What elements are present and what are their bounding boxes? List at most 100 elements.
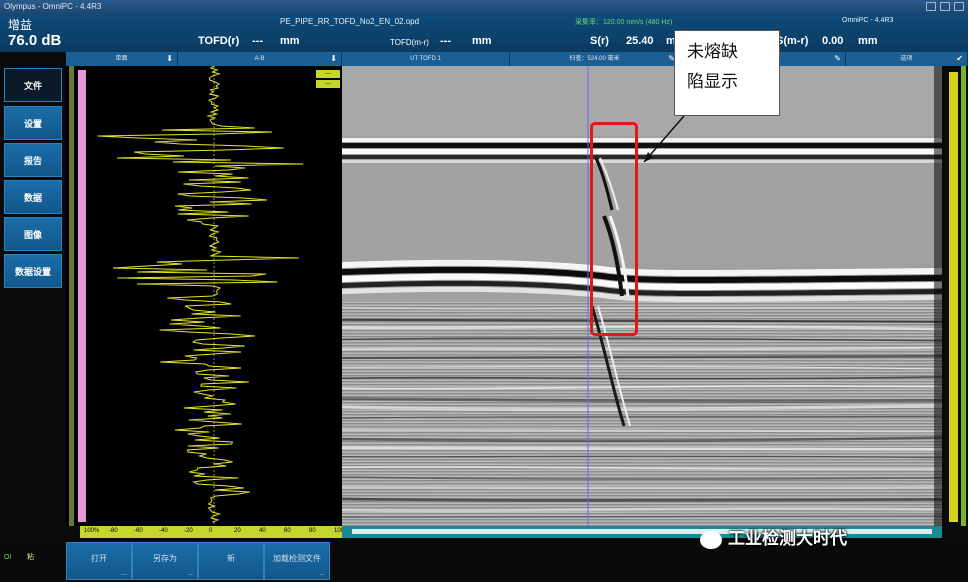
tofd-mr-unit: mm: [472, 35, 492, 47]
amplitude-tick-label: -60: [134, 528, 143, 534]
tofd-b-scan-view[interactable]: [342, 66, 942, 526]
view-tab-bar: 单面 ⬇ A-B ⬇ UT TOFD 1 扫查：524.00 毫米 ✎ ✎ 选项…: [66, 52, 968, 66]
tab-layout-label: 单面: [115, 56, 128, 62]
tofd-mr-value: ---: [440, 35, 451, 47]
readout-header: 增益 76.0 dB PE_PIPE_RR_TOFD_No2_EN_02.opd…: [0, 14, 968, 52]
amplitude-tick-label: -40: [159, 528, 168, 534]
tab-scan-label: 扫查：524.00 毫米: [569, 56, 620, 62]
s-mr-unit: mm: [858, 35, 878, 47]
a-scan-waveform: [97, 66, 304, 523]
reflection-band: [342, 446, 942, 451]
defect-highlight-box: [590, 122, 638, 336]
tab-view-label: A-B: [254, 56, 265, 62]
tab-group-label: UT TOFD 1: [410, 56, 441, 62]
load-inspection-file-button[interactable]: 加载检测文件 ...: [264, 542, 330, 580]
menu-item-label: 报告: [23, 155, 42, 166]
scan-axis[interactable]: [342, 526, 942, 538]
wechat-icon: [700, 530, 722, 549]
menu-item-label: 数据设置: [14, 266, 51, 277]
callout-line-2: 陷显示: [687, 72, 738, 92]
side-menu: 文件 设置 报告 数据 图像 数据设置: [0, 66, 66, 292]
upper-zone: [342, 66, 942, 136]
status-right: 粘: [26, 554, 34, 561]
save-as-button-label: 另存为: [153, 554, 177, 563]
amplitude-tick-label: 0: [209, 528, 213, 534]
window-controls: [926, 2, 964, 11]
down-arrow-icon: ⬇: [166, 54, 173, 63]
tofd-mr-label: TOFD(m-r): [390, 38, 429, 47]
defect-callout: 未熔缺 陷显示: [674, 30, 780, 116]
check-icon: ✔: [956, 54, 963, 63]
amplitude-tick-label: -80: [109, 528, 118, 534]
title-bar: Olympus - OmniPC - 4.4R3: [0, 0, 968, 14]
gain-value[interactable]: 76.0 dB: [8, 32, 61, 49]
menu-item-label: 数据: [23, 192, 42, 203]
amplitude-bar: [949, 72, 958, 522]
menu-item-data[interactable]: 数据: [4, 180, 62, 214]
s-r-label: S(r): [590, 35, 609, 47]
app-version: OmniPC - 4.4R3: [842, 17, 894, 24]
open-button-label: 打开: [91, 554, 107, 563]
s-mr-label: S(m-r): [776, 35, 809, 47]
amplitude-tick-label: 40: [259, 528, 266, 534]
tofd-r-unit: mm: [280, 35, 300, 47]
file-name: PE_PIPE_RR_TOFD_No2_EN_02.opd: [280, 17, 420, 26]
menu-item-label: 设置: [23, 118, 42, 129]
amplitude-tick-label: 100%: [84, 528, 100, 534]
mid-zone: [342, 164, 942, 264]
reflection-band: [342, 497, 942, 502]
menu-item-report[interactable]: 报告: [4, 143, 62, 177]
tab-group[interactable]: UT TOFD 1: [342, 52, 510, 66]
watermark-text: 工业检测大时代: [728, 529, 847, 548]
menu-item-label: 图像: [23, 229, 42, 240]
window-title: Olympus - OmniPC - 4.4R3: [4, 2, 102, 11]
b-scan-image: [342, 66, 942, 526]
amplitude-axis-labels: 100% -80 -60 -40 -20 0 20 40 60 80 100: [80, 526, 344, 538]
tofd-r-value: ---: [252, 35, 263, 47]
scan-speed: 采集率：120.00 mm/s (480 Hz): [575, 19, 673, 26]
load-inspection-file-label: 加载检测文件: [273, 554, 321, 563]
menu-item-data-settings[interactable]: 数据设置: [4, 254, 62, 288]
omnipc-window: Olympus - OmniPC - 4.4R3 增益 76.0 dB PE_P…: [0, 0, 968, 582]
lower-noise-zone: [342, 302, 942, 526]
tab-options[interactable]: 选项 ✔: [846, 52, 968, 66]
tab-layout[interactable]: 单面 ⬇: [66, 52, 178, 66]
tofd-r-label: TOFD(r): [198, 35, 240, 47]
tab-scan[interactable]: 扫查：524.00 毫米 ✎: [510, 52, 680, 66]
reflection-band: [342, 428, 942, 433]
new-button-label: 新: [227, 554, 235, 563]
status-indicators: Ol 粘: [4, 552, 34, 562]
tab-view[interactable]: A-B ⬇: [178, 52, 342, 66]
menu-item-label: 文件: [23, 80, 42, 91]
amplitude-axis: 100% -80 -60 -40 -20 0 20 40 60 80 100: [80, 526, 344, 538]
tab-options-label: 选项: [900, 56, 913, 62]
down-arrow-icon: ⬇: [330, 54, 337, 63]
status-left: Ol: [4, 554, 11, 561]
reflection-band: [342, 485, 942, 490]
open-button[interactable]: 打开 ...: [66, 542, 132, 580]
amplitude-tick-label: 60: [284, 528, 291, 534]
menu-item-setup[interactable]: 设置: [4, 106, 62, 140]
amplitude-color-scale: [942, 66, 968, 526]
more-dots: ...: [319, 570, 325, 577]
gain-label: 增益: [8, 18, 33, 32]
amplitude-tick-label: 20: [234, 528, 241, 534]
b-scan-right-edge: [934, 66, 942, 526]
menu-item-image[interactable]: 图像: [4, 217, 62, 251]
index-bar: [961, 66, 966, 526]
a-scan-plot: [97, 66, 304, 526]
amplitude-tick-label: -20: [184, 528, 193, 534]
more-dots: ...: [121, 570, 127, 577]
minimize-icon[interactable]: [926, 2, 936, 11]
save-as-button[interactable]: 另存为 ...: [132, 542, 198, 580]
menu-item-file[interactable]: 文件: [4, 68, 62, 102]
edit-pencil-icon: ✎: [834, 54, 841, 63]
s-r-value: 25.40: [626, 35, 654, 47]
close-icon[interactable]: [954, 2, 964, 11]
amplitude-tick-label: 80: [309, 528, 316, 534]
new-button[interactable]: 新: [198, 542, 264, 580]
a-scan-panel[interactable]: --- ---: [66, 66, 342, 526]
s-mr-value: 0.00: [822, 35, 844, 47]
callout-line-1: 未熔缺: [687, 42, 738, 62]
maximize-icon[interactable]: [940, 2, 950, 11]
